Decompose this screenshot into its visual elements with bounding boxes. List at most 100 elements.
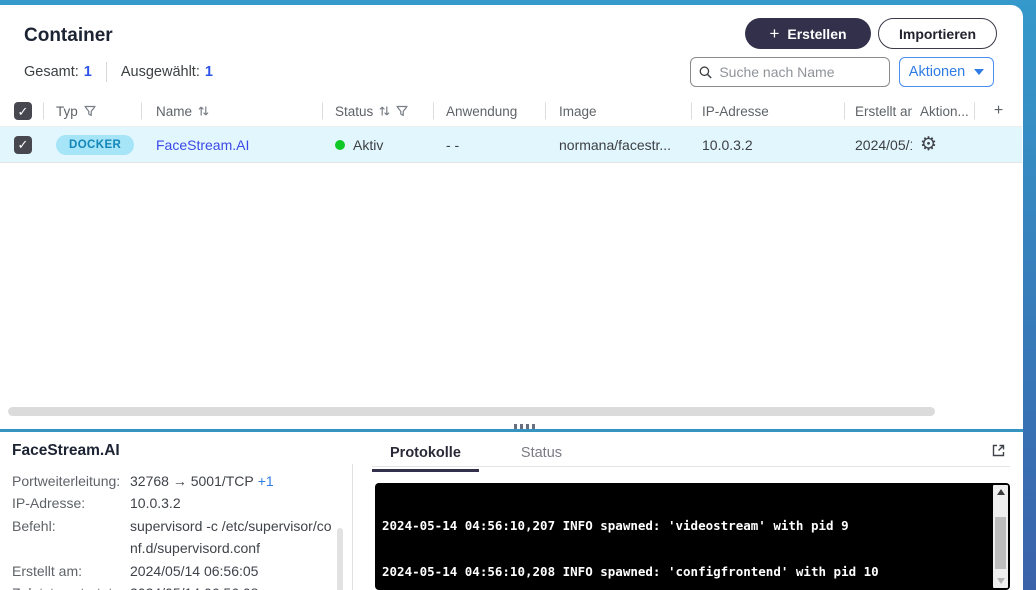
filter-icon[interactable]: [84, 105, 96, 117]
anwendung-value: - -: [446, 136, 460, 153]
column-image[interactable]: Image: [546, 96, 692, 126]
row-image-cell: normana/facestr...: [546, 127, 692, 162]
field-value: 10.0.3.2: [130, 495, 181, 512]
field-value: 2024/05/14 06:56:05: [130, 562, 259, 579]
container-name-link[interactable]: FaceStream.AI: [156, 137, 249, 153]
status-text: Aktiv: [353, 136, 384, 153]
status-dot-icon: [335, 139, 345, 150]
ports-value: 32768 → 5001/TCP: [130, 473, 254, 489]
details-panel: FaceStream.AI Portweiterleitung: 32768 →…: [12, 442, 334, 590]
column-aktion-label: Aktion...: [920, 103, 969, 119]
tab-status[interactable]: Status: [503, 443, 580, 472]
field-label: IP-Adresse:: [12, 495, 86, 512]
splitter-divider[interactable]: [0, 429, 1023, 432]
log-output: 2024-05-14 04:56:10,207 INFO spawned: 'v…: [382, 487, 976, 590]
header-select-cell: ✓: [0, 96, 44, 126]
create-button[interactable]: + Erstellen: [745, 18, 871, 49]
row-name-cell: FaceStream.AI: [142, 127, 323, 162]
column-image-label: Image: [559, 103, 597, 119]
row-checkbox[interactable]: ✓: [14, 135, 32, 154]
details-scrollbar[interactable]: [337, 528, 343, 590]
search-icon: [699, 65, 712, 79]
actions-dropdown[interactable]: Aktionen: [899, 57, 994, 87]
field-value: supervisord -c /etc/supervisor/conf.d/su…: [130, 517, 332, 557]
actions-label: Aktionen: [908, 64, 966, 80]
table-row[interactable]: ✓ DOCKER FaceStream.AI Aktiv - - normana…: [0, 127, 1022, 163]
row-typ-cell: DOCKER: [44, 127, 142, 162]
open-external-icon[interactable]: [991, 443, 1007, 459]
gear-icon[interactable]: ⚙: [920, 135, 937, 154]
sort-icon[interactable]: [198, 105, 209, 117]
column-created-label: Erstellt am: [855, 103, 912, 119]
ip-value: 10.0.3.2: [702, 136, 753, 153]
selected-label: Ausgewählt:: [120, 64, 200, 80]
scroll-down-icon[interactable]: [993, 574, 1008, 588]
row-select-cell: ✓: [0, 127, 44, 162]
detail-field-last-started: Zuletzt gestartet: 2024/05/14 06:56:08: [12, 582, 334, 590]
page-title: Container: [24, 25, 113, 46]
summary-bar: Gesamt: 1 Ausgewählt: 1: [24, 62, 213, 82]
check-icon: ✓: [17, 137, 29, 152]
field-label: Portweiterleitung:: [12, 473, 121, 489]
row-plus-cell: [975, 127, 1022, 162]
row-status-cell: Aktiv: [323, 127, 434, 162]
terminal-scrollbar-thumb[interactable]: [995, 517, 1006, 569]
row-ip-cell: 10.0.3.2: [692, 127, 845, 162]
column-typ[interactable]: Typ: [44, 96, 142, 126]
plus-icon: +: [769, 23, 780, 43]
column-anwendung-label: Anwendung: [446, 103, 518, 119]
column-ip-label: IP-Adresse: [702, 103, 769, 119]
column-name[interactable]: Name: [142, 96, 323, 126]
created-value: 2024/05/14 06:56:05: [855, 136, 912, 153]
column-status-label: Status: [335, 103, 374, 119]
selected-value: 1: [204, 64, 213, 80]
column-anwendung[interactable]: Anwendung: [434, 96, 546, 126]
column-erstellt-am[interactable]: Erstellt am: [845, 96, 912, 126]
add-column-button[interactable]: +: [975, 96, 1022, 126]
field-label: Befehl:: [12, 517, 56, 534]
summary-divider: [105, 62, 107, 82]
field-label: Erstellt am:: [12, 562, 83, 579]
container-station-window: Container + Erstellen Importieren Gesamt…: [0, 5, 1023, 590]
detail-field-command: Befehl: supervisord -c /etc/supervisor/c…: [12, 515, 334, 560]
field-value: 2024/05/14 06:56:08: [130, 582, 334, 590]
field-label: Zuletzt gestartet:: [12, 582, 130, 590]
log-line: 2024-05-14 04:56:10,208 INFO spawned: 'c…: [382, 564, 879, 580]
container-table: ✓ Typ Name Status Anwendung Image IP-Adr…: [0, 96, 1023, 163]
row-aktion-cell: ⚙: [912, 127, 975, 162]
detail-field-ports: Portweiterleitung: 32768 → 5001/TCP +1: [12, 470, 334, 492]
image-value: normana/facestr...: [559, 136, 672, 153]
total-value: 1: [83, 64, 92, 80]
details-tabs: Protokolle Status: [372, 443, 580, 472]
column-name-label: Name: [156, 103, 193, 119]
more-ports-link[interactable]: +1: [258, 473, 274, 489]
search-box[interactable]: [690, 57, 890, 87]
row-created-cell: 2024/05/14 06:56:05: [845, 127, 912, 162]
panel-divider: [352, 464, 353, 590]
log-line: 2024-05-14 04:56:10,207 INFO spawned: 'v…: [382, 517, 849, 533]
field-value: 32768 → 5001/TCP +1: [130, 470, 334, 492]
table-header-row: ✓ Typ Name Status Anwendung Image IP-Adr…: [0, 96, 1022, 127]
total-label: Gesamt:: [24, 64, 79, 80]
sort-icon[interactable]: [379, 105, 390, 117]
detail-field-ip: IP-Adresse: 10.0.3.2: [12, 492, 334, 514]
column-typ-label: Typ: [56, 103, 78, 119]
check-icon: ✓: [17, 103, 29, 119]
horizontal-scrollbar[interactable]: [8, 407, 935, 416]
tab-protokolle[interactable]: Protokolle: [372, 443, 479, 472]
terminal-scrollbar[interactable]: [993, 485, 1008, 588]
scroll-up-icon[interactable]: [993, 485, 1008, 499]
column-aktion[interactable]: Aktion...: [912, 96, 975, 126]
details-title: FaceStream.AI: [12, 442, 120, 459]
column-status[interactable]: Status: [323, 96, 434, 126]
column-ip-adresse[interactable]: IP-Adresse: [692, 96, 845, 126]
chevron-down-icon: [974, 69, 985, 75]
plus-icon: +: [993, 102, 1004, 119]
log-terminal[interactable]: 2024-05-14 04:56:10,207 INFO spawned: 'v…: [375, 483, 1010, 590]
detail-field-created: Erstellt am: 2024/05/14 06:56:05: [12, 560, 334, 582]
filter-icon[interactable]: [396, 105, 408, 117]
import-button[interactable]: Importieren: [878, 18, 997, 49]
select-all-checkbox[interactable]: ✓: [14, 102, 32, 120]
docker-badge[interactable]: DOCKER: [56, 134, 135, 155]
search-input[interactable]: [719, 64, 881, 80]
